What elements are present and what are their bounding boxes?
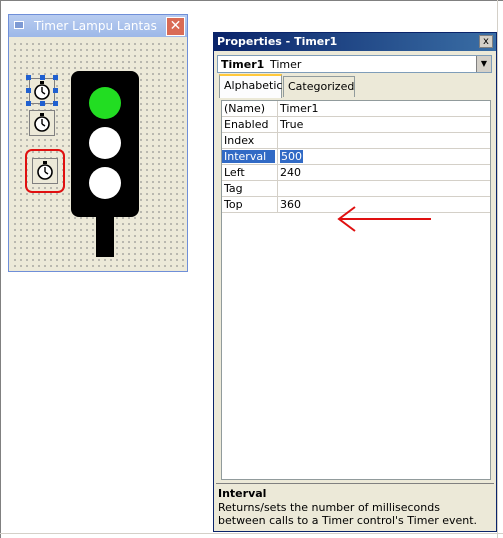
object-selector[interactable]: Timer1 Timer ▼: [217, 55, 492, 73]
dropdown-arrow-icon[interactable]: ▼: [476, 56, 491, 72]
property-name: (Name): [224, 102, 266, 115]
selection-handle[interactable]: [40, 75, 45, 80]
selection-handle[interactable]: [53, 101, 58, 106]
yellow-lamp[interactable]: [89, 127, 121, 159]
column-divider: [277, 165, 278, 181]
form-app-icon: [14, 21, 24, 29]
property-name: Interval: [222, 150, 275, 163]
property-value[interactable]: 240: [280, 166, 301, 179]
property-row[interactable]: Enabled True: [222, 117, 490, 133]
selection-handle[interactable]: [26, 75, 31, 80]
properties-title: Properties - Timer1: [217, 35, 338, 48]
properties-title-bar[interactable]: Properties - Timer1 x: [214, 33, 496, 51]
stopwatch-icon: [34, 81, 50, 100]
property-name: Index: [224, 134, 255, 147]
property-name: Left: [224, 166, 245, 179]
timer2-control[interactable]: [29, 110, 55, 136]
properties-close-button[interactable]: x: [479, 35, 493, 48]
tab-alphabetic[interactable]: Alphabetic: [219, 74, 282, 98]
description-text: Returns/sets the number of milliseconds …: [218, 501, 478, 527]
property-name: Tag: [224, 182, 243, 195]
property-name: Enabled: [224, 118, 269, 131]
selection-handle[interactable]: [40, 101, 45, 106]
frame-top-line: [0, 0, 503, 1]
form-title-bar[interactable]: Timer Lampu Lantas ✕: [9, 15, 187, 37]
property-row-selected[interactable]: Interval 500: [222, 149, 490, 165]
object-type: Timer: [270, 58, 302, 71]
traffic-light-body[interactable]: [71, 71, 139, 217]
property-value[interactable]: True: [280, 118, 303, 131]
property-value[interactable]: 360: [280, 198, 301, 211]
selection-handle[interactable]: [26, 88, 31, 93]
selection-handle[interactable]: [53, 75, 58, 80]
red-lamp[interactable]: [89, 167, 121, 199]
property-row[interactable]: Tag: [222, 181, 490, 197]
column-divider: [277, 197, 278, 213]
property-row[interactable]: (Name) Timer1: [222, 101, 490, 117]
column-divider: [277, 101, 278, 117]
green-lamp[interactable]: [89, 87, 121, 119]
tab-categorized[interactable]: Categorized: [283, 76, 355, 97]
form-close-button[interactable]: ✕: [166, 17, 185, 36]
form-window[interactable]: Timer Lampu Lantas ✕: [8, 14, 188, 272]
object-name: Timer1: [221, 58, 265, 71]
selection-handle[interactable]: [53, 88, 58, 93]
property-row[interactable]: Index: [222, 133, 490, 149]
frame-right-line: [497, 0, 498, 538]
interval-value-field[interactable]: 500: [280, 150, 303, 163]
description-panel: Interval Returns/sets the number of mill…: [216, 483, 494, 529]
stopwatch-icon: [34, 113, 50, 132]
red-highlight-circle: [25, 149, 65, 193]
column-divider: [277, 149, 278, 165]
form-design-canvas[interactable]: [12, 41, 184, 267]
column-divider: [277, 181, 278, 197]
property-row[interactable]: Left 240: [222, 165, 490, 181]
red-arrow-icon: [337, 206, 431, 232]
column-divider: [277, 117, 278, 133]
property-name: Top: [224, 198, 243, 211]
frame-left-line: [0, 0, 1, 538]
frame-bottom-line: [0, 533, 503, 534]
selection-handle[interactable]: [26, 101, 31, 106]
property-grid[interactable]: (Name) Timer1 Enabled True Index Interva…: [221, 100, 491, 480]
property-value[interactable]: Timer1: [280, 102, 318, 115]
traffic-light-pole[interactable]: [96, 215, 114, 257]
properties-window[interactable]: Properties - Timer1 x Timer1 Timer ▼ Alp…: [213, 32, 497, 532]
description-title: Interval: [218, 487, 267, 500]
form-title: Timer Lampu Lantas: [34, 19, 157, 33]
column-divider: [277, 133, 278, 149]
